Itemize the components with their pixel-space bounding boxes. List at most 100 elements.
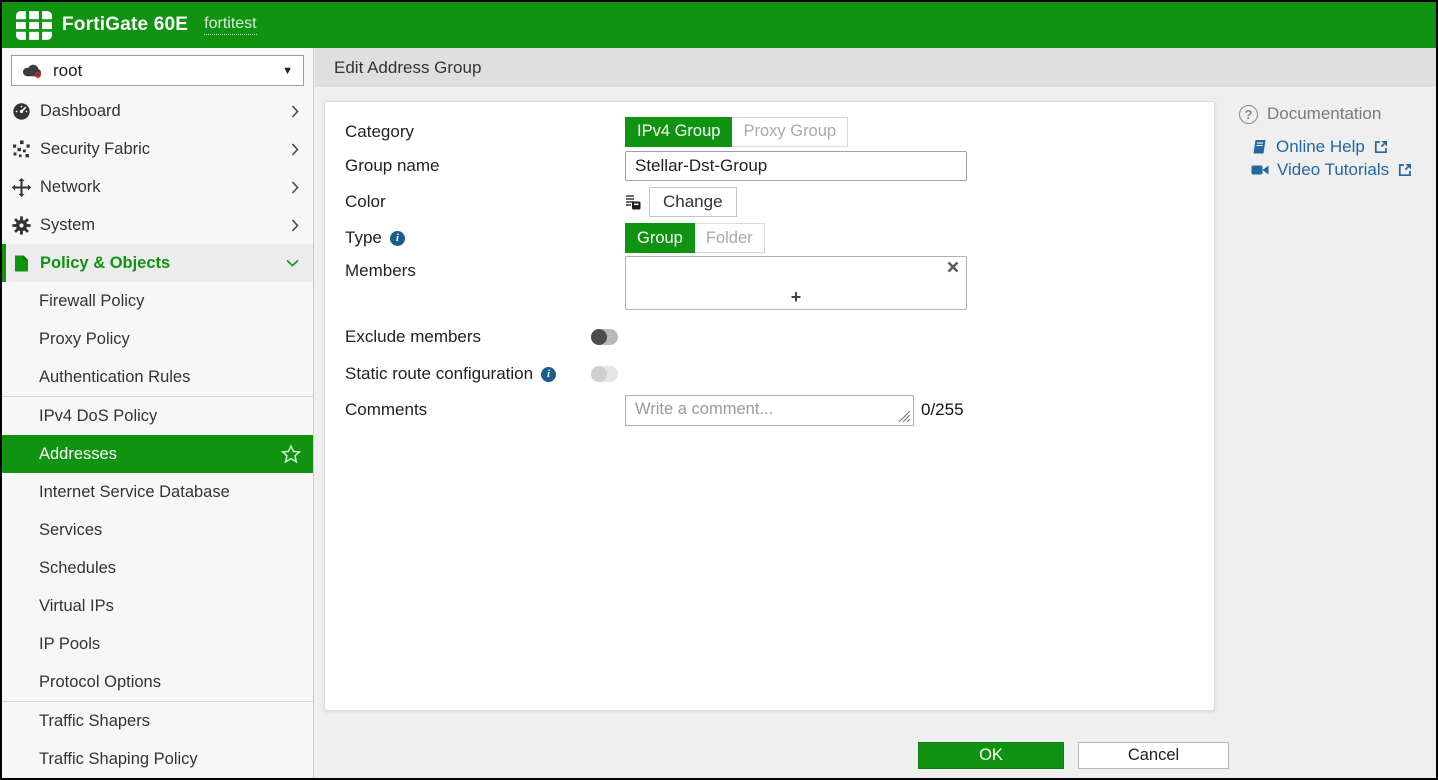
sub-item-label: Virtual IPs (39, 597, 114, 616)
type-row: Type i Group Folder (345, 220, 1194, 256)
sidebar-item-addresses[interactable]: Addresses (2, 435, 313, 473)
sidebar-item-services[interactable]: Services (2, 511, 313, 549)
sub-item-label: Authentication Rules (39, 368, 190, 387)
sidebar-item-label: System (40, 216, 95, 235)
sidebar-item-dashboard[interactable]: Dashboard (2, 92, 313, 130)
sidebar-item-label: Policy & Objects (40, 254, 170, 273)
sidebar-item-label: Dashboard (40, 102, 121, 121)
video-camera-icon (1251, 163, 1269, 177)
type-info-icon[interactable]: i (390, 231, 405, 246)
sub-item-label: IP Pools (39, 635, 100, 654)
sub-item-label: Firewall Policy (39, 292, 144, 311)
sidebar-item-network[interactable]: Network (2, 168, 313, 206)
comments-textarea[interactable] (625, 395, 914, 426)
type-label-group: Type i (345, 228, 625, 248)
sidebar-item-ipv4-dos-policy[interactable]: IPv4 DoS Policy (2, 397, 313, 435)
sidebar-item-protocol-options[interactable]: Protocol Options (2, 663, 313, 701)
category-option-proxy-group[interactable]: Proxy Group (732, 117, 848, 147)
sidebar-item-proxy-policy[interactable]: Proxy Policy (2, 320, 313, 358)
device-name: FortiGate 60E (62, 14, 188, 36)
sidebar-item-firewall-policy[interactable]: Firewall Policy (2, 282, 313, 320)
group-name-row: Group name (345, 148, 1194, 184)
favorite-star-icon[interactable] (281, 444, 301, 464)
static-route-label: Static route configuration (345, 364, 533, 384)
documentation-links: Online Help Vide (1251, 137, 1438, 180)
external-link-icon (1397, 162, 1413, 178)
static-route-info-icon[interactable]: i (541, 367, 556, 382)
chevron-down-icon (286, 259, 299, 267)
vdom-selector[interactable]: root ▼ (11, 55, 304, 86)
video-tutorials-label: Video Tutorials (1277, 160, 1389, 180)
sub-item-label: Internet Service Database (39, 483, 230, 502)
sub-item-label: Schedules (39, 559, 116, 578)
sidebar-item-ip-pools[interactable]: IP Pools (2, 625, 313, 663)
comments-char-counter: 0/255 (921, 400, 964, 420)
category-option-ipv4-group[interactable]: IPv4 Group (625, 117, 732, 147)
sub-item-label: Services (39, 521, 102, 540)
hostname[interactable]: fortitest (204, 15, 256, 35)
online-help-link[interactable]: Online Help (1251, 137, 1438, 157)
static-route-toggle[interactable] (591, 366, 618, 382)
members-label: Members (345, 261, 625, 281)
type-option-group[interactable]: Group (625, 223, 695, 253)
sidebar-item-authentication-rules[interactable]: Authentication Rules (2, 358, 313, 396)
sidebar-item-virtual-ips[interactable]: Virtual IPs (2, 587, 313, 625)
sub-item-label: Traffic Shaping Policy (39, 750, 198, 769)
external-link-icon (1373, 139, 1389, 155)
sidebar-item-internet-service-database[interactable]: Internet Service Database (2, 473, 313, 511)
color-swatch-icon (625, 194, 642, 211)
vdom-cloud-icon (22, 63, 44, 79)
color-label: Color (345, 192, 625, 212)
sidebar-item-schedules[interactable]: Schedules (2, 549, 313, 587)
exclude-members-label: Exclude members (345, 327, 591, 347)
comments-row: Comments 0/255 (345, 392, 1194, 428)
fortinet-logo-icon (16, 11, 52, 40)
main-content: Edit Address Group Category IPv4 Group P… (315, 48, 1436, 778)
sidebar-item-traffic-shaping-policy[interactable]: Traffic Shaping Policy (2, 740, 313, 778)
sidebar-item-security-fabric[interactable]: Security Fabric (2, 130, 313, 168)
app-window: FortiGate 60E fortitest root ▼ (0, 0, 1438, 780)
static-route-row: Static route configuration i (345, 356, 1194, 392)
edit-address-group-form: Category IPv4 Group Proxy Group Group na… (324, 101, 1215, 711)
type-segmented-control: Group Folder (625, 223, 765, 253)
color-row: Color Change (345, 184, 1194, 220)
sidebar-item-label: Network (40, 178, 101, 197)
members-select-box[interactable]: + (625, 256, 967, 310)
vdom-name: root (53, 61, 82, 81)
sub-item-label: Proxy Policy (39, 330, 130, 349)
main-nav: Dashboard Security Fab (2, 92, 313, 778)
sub-item-label: Traffic Shapers (39, 712, 150, 731)
color-change-button[interactable]: Change (649, 187, 737, 217)
category-segmented-control: IPv4 Group Proxy Group (625, 117, 848, 147)
top-bar: FortiGate 60E fortitest (2, 2, 1436, 48)
sidebar-item-traffic-shapers[interactable]: Traffic Shapers (2, 702, 313, 740)
sub-item-label: IPv4 DoS Policy (39, 407, 157, 426)
sidebar-item-system[interactable]: System (2, 206, 313, 244)
dashboard-gauge-icon (12, 102, 31, 121)
page-title: Edit Address Group (315, 48, 1436, 87)
help-circle-icon: ? (1239, 105, 1258, 124)
online-help-label: Online Help (1276, 137, 1365, 157)
policy-objects-icon (12, 254, 31, 273)
video-tutorials-link[interactable]: Video Tutorials (1251, 160, 1438, 180)
book-icon (1251, 139, 1268, 156)
exclude-members-toggle[interactable] (591, 329, 618, 345)
type-option-folder[interactable]: Folder (695, 223, 765, 253)
comments-label: Comments (345, 400, 625, 420)
exclude-members-row: Exclude members (345, 318, 1194, 356)
sidebar-item-policy-objects[interactable]: Policy & Objects (2, 244, 313, 282)
sub-item-label: Protocol Options (39, 673, 161, 692)
category-row: Category IPv4 Group Proxy Group (345, 115, 1194, 148)
dropdown-caret-icon: ▼ (282, 65, 293, 77)
add-member-button[interactable]: + (626, 288, 966, 306)
chevron-right-icon (291, 219, 299, 232)
ok-button[interactable]: OK (918, 742, 1064, 769)
members-row: Members + (345, 256, 1194, 318)
group-name-input[interactable] (625, 151, 967, 181)
clear-members-icon[interactable] (947, 261, 959, 273)
sidebar: root ▼ Dashboard (2, 48, 314, 778)
chevron-right-icon (291, 105, 299, 118)
cancel-button[interactable]: Cancel (1078, 742, 1229, 769)
security-fabric-icon (12, 140, 31, 159)
system-gear-icon (12, 216, 31, 235)
